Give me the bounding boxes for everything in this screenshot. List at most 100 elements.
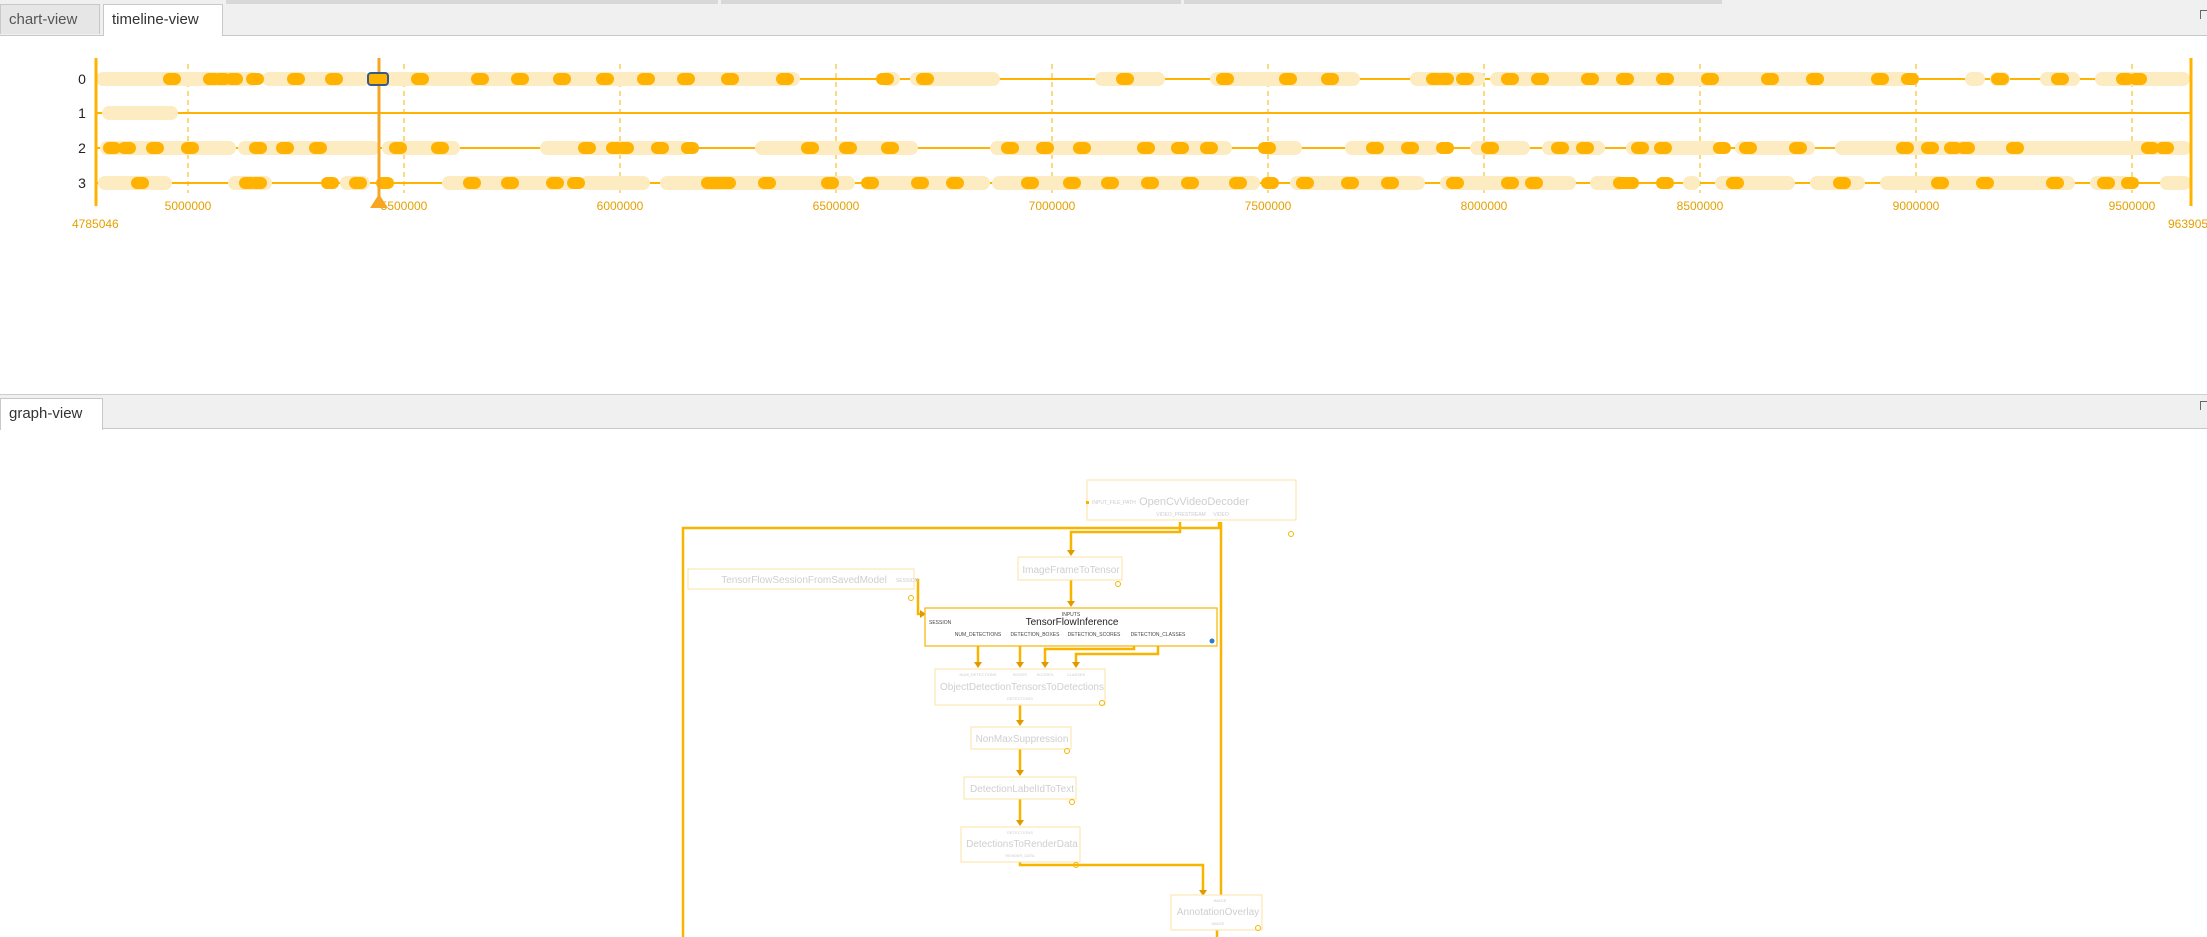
timeline-event xyxy=(2051,73,2069,85)
timeline-event xyxy=(1806,73,1824,85)
port-session: SESSION xyxy=(896,578,919,584)
timeline-event xyxy=(2006,142,2024,154)
timeline-event xyxy=(567,177,585,189)
timeline-event xyxy=(181,142,199,154)
node-tensorflow-session[interactable]: TensorFlowSessionFromSavedModel SESSION xyxy=(687,568,919,601)
timeline-event xyxy=(471,73,489,85)
timeline-event xyxy=(946,177,964,189)
timeline-event xyxy=(1446,177,1464,189)
timeline-event xyxy=(249,142,267,154)
timeline-event xyxy=(1713,142,1731,154)
timeline-event xyxy=(1931,177,1949,189)
arrowhead xyxy=(1041,662,1049,668)
timeline-event xyxy=(2097,177,2115,189)
edge-decoder-tensor xyxy=(1069,522,1182,553)
timeline-segment xyxy=(1345,141,1440,155)
bottom-tab-bar: graph-view xyxy=(0,395,2207,430)
port-video: VIDEO xyxy=(1213,512,1229,518)
timeline-segment xyxy=(262,72,370,86)
timeline-event xyxy=(325,73,343,85)
node-object-detection[interactable]: NUM_DETECTIONS BOXES SCORES CLASSES Obje… xyxy=(934,668,1106,706)
tab-timeline-view[interactable]: timeline-view xyxy=(103,4,223,36)
tick-label: 9000000 xyxy=(1893,199,1940,213)
node-detections-to-render[interactable]: DETECTIONS DetectionsToRenderData RENDER… xyxy=(960,826,1081,868)
timeline-event xyxy=(1551,142,1569,154)
timeline-segment xyxy=(1683,176,1700,190)
timeline-event xyxy=(1739,142,1757,154)
tick-label: 6500000 xyxy=(813,199,860,213)
timeline-event xyxy=(651,142,669,154)
timeline-segment xyxy=(102,106,178,120)
timeline-event xyxy=(677,73,695,85)
timeline-event xyxy=(1141,177,1159,189)
timeline-event xyxy=(546,177,564,189)
timeline-event xyxy=(1631,142,1649,154)
timeline-event xyxy=(131,177,149,189)
graph-canvas[interactable]: INPUT_FILE_PATH OpenCvVideoDecoder VIDEO… xyxy=(0,428,2207,937)
timeline-event xyxy=(1901,73,1919,85)
node-title: DetectionLabelIdToText xyxy=(970,784,1074,795)
tab-graph-view[interactable]: graph-view xyxy=(0,398,103,430)
timeline-event xyxy=(1001,142,1019,154)
timeline-event xyxy=(1436,142,1454,154)
timeline-event xyxy=(1381,177,1399,189)
tab-stripe xyxy=(1184,0,1722,4)
timeline-event xyxy=(163,73,181,85)
port-boxes: BOXES xyxy=(1013,672,1027,677)
timeline-event xyxy=(411,73,429,85)
timeline-event xyxy=(118,142,136,154)
port-session: SESSION xyxy=(929,620,952,626)
timeline-event xyxy=(758,177,776,189)
timeline-event xyxy=(276,142,294,154)
port-image: IMAGE xyxy=(1212,921,1225,926)
arrowhead xyxy=(974,662,982,668)
timeline-event xyxy=(1656,73,1674,85)
maximize-icon[interactable] xyxy=(2200,10,2207,19)
timeline-event xyxy=(911,177,929,189)
timeline-event xyxy=(2121,177,2139,189)
timeline-event xyxy=(1531,73,1549,85)
timeline-event xyxy=(1321,73,1339,85)
arrowhead xyxy=(1016,820,1024,826)
node-tensorflow-inference[interactable]: INPUTS SESSION TensorFlowInference NUM_D… xyxy=(924,607,1218,647)
timeline-event xyxy=(246,73,264,85)
timeline-segment xyxy=(1835,141,2155,155)
timeline-segment xyxy=(580,176,650,190)
maximize-icon[interactable] xyxy=(2200,401,2207,410)
timeline-event xyxy=(721,73,739,85)
arrowhead xyxy=(1016,720,1024,726)
timeline-event xyxy=(321,177,339,189)
timeline-event xyxy=(1021,177,1039,189)
timeline-chart[interactable]: 0 1 2 3 5000000 5500000 6000000 6500000 7000000… xyxy=(0,48,2207,288)
tick-label: 7000000 xyxy=(1029,199,1076,213)
timeline-event xyxy=(1726,177,1744,189)
timeline-event xyxy=(637,73,655,85)
timeline-event xyxy=(1366,142,1384,154)
timeline-event xyxy=(821,177,839,189)
timeline-event xyxy=(1957,142,1975,154)
timeline-event xyxy=(1701,73,1719,85)
node-annotation-overlay[interactable]: IMAGE AnnotationOverlay IMAGE xyxy=(1170,894,1263,931)
node-title: NonMaxSuppression xyxy=(976,734,1069,745)
graph-panel: graph-view INPUT_FILE_PATH OpenCvVideoDe… xyxy=(0,395,2207,937)
timeline-event xyxy=(1789,142,1807,154)
timeline-event xyxy=(1896,142,1914,154)
node-title: OpenCvVideoDecoder xyxy=(1139,496,1249,508)
port-image: IMAGE xyxy=(1214,898,1227,903)
tick-label: 9500000 xyxy=(2109,199,2156,213)
timeline-event xyxy=(1216,73,1234,85)
port-input-file-path: INPUT_FILE_PATH xyxy=(1092,500,1136,506)
timeline-event xyxy=(1073,142,1091,154)
timeline-event xyxy=(1401,142,1419,154)
timeline-event xyxy=(249,177,267,189)
tab-chart-view[interactable]: chart-view xyxy=(0,4,100,34)
row-label: 3 xyxy=(78,175,86,191)
top-tab-bar: chart-view timeline-view xyxy=(0,0,2207,36)
timeline-segment xyxy=(1490,72,1910,86)
timeline-event xyxy=(1761,73,1779,85)
timeline-event xyxy=(1616,73,1634,85)
timeline-event xyxy=(1656,177,1674,189)
node-title: ImageFrameToTensor xyxy=(1022,565,1120,576)
port-num-detections: NUM_DETECTIONS xyxy=(959,672,996,677)
timeline-segment xyxy=(2160,176,2191,190)
